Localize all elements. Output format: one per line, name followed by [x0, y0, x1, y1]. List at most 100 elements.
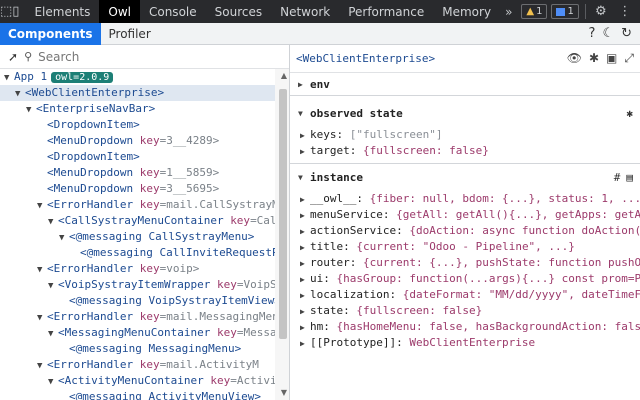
tab-profiler[interactable]: Profiler — [101, 23, 159, 45]
property-row[interactable]: ▶ router: {current: {...}, pushState: fun… — [300, 255, 640, 271]
scrollbar-thumb[interactable] — [279, 89, 287, 339]
property-row[interactable]: ▶ menuService: {getAll: getAll(){...}, ge… — [300, 207, 640, 223]
tab-console[interactable]: Console — [140, 0, 206, 23]
tree-row[interactable]: ▼ <EnterpriseNavBar> — [0, 101, 289, 117]
help-icon[interactable]: ? — [589, 26, 596, 41]
collapse-arrow-icon[interactable]: ▼ — [37, 358, 47, 374]
tab-memory[interactable]: Memory — [433, 0, 500, 23]
property-row[interactable]: ▶ actionService: {doAction: async functio… — [300, 223, 640, 239]
expand-arrow-icon[interactable]: ▶ — [300, 240, 310, 255]
expand-icon[interactable]: ⤢ — [624, 51, 634, 66]
tree-row[interactable]: <DropdownItem> — [0, 117, 289, 133]
component-tag: <ActivityMenuContainer — [58, 374, 211, 387]
property-value: {dateFormat: "MM/dd/yyyy", dateTimeFor — [402, 288, 640, 301]
component-tag: <ErrorHandler — [47, 358, 140, 371]
search-input[interactable] — [38, 49, 239, 64]
collapse-arrow-icon[interactable]: ▼ — [48, 214, 58, 230]
expand-arrow-icon[interactable]: ▶ — [300, 224, 310, 239]
tree-row[interactable]: <MenuDropdown key=3__5695> — [0, 181, 289, 197]
property-row[interactable]: ▶ __owl__: {fiber: null, bdom: {...}, sta… — [300, 191, 640, 207]
tree-row[interactable]: ▼ <ErrorHandler key=mail.CallSystrayMe — [0, 197, 289, 213]
bug-icon[interactable]: ✱ — [589, 51, 599, 66]
observed-state-header[interactable]: ▼ observed state ✱ — [290, 102, 640, 124]
collapse-arrow-icon[interactable]: ▼ — [37, 262, 47, 278]
collapse-arrow-icon[interactable]: ▼ — [37, 198, 47, 214]
tab-sources[interactable]: Sources — [206, 0, 271, 23]
kebab-menu-icon[interactable]: ⋮ — [613, 0, 637, 23]
document-icon[interactable]: ▤ — [626, 171, 633, 184]
collapse-arrow-icon[interactable]: ▼ — [26, 102, 36, 118]
expand-arrow-icon[interactable]: ▶ — [300, 320, 310, 335]
property-row[interactable]: ▶ title: {current: "Odoo - Pipeline", ...… — [300, 239, 640, 255]
collapse-arrow-icon[interactable]: ▼ — [48, 326, 58, 342]
collapse-arrow-icon[interactable]: ▼ — [48, 278, 58, 294]
collapse-arrow-icon[interactable]: ▼ — [15, 86, 25, 102]
tree-row[interactable]: ▼ <WebClientEnterprise> — [0, 85, 289, 101]
collapse-arrow-icon[interactable]: ▼ — [37, 310, 47, 326]
expand-arrow-icon[interactable]: ▶ — [300, 144, 310, 159]
expand-arrow-icon[interactable]: ▶ — [300, 288, 310, 303]
expand-arrow-icon[interactable]: ▶ — [300, 336, 310, 351]
tree-row[interactable]: ▼ <ErrorHandler key=mail.ActivityM — [0, 357, 289, 373]
tree-row[interactable]: <MenuDropdown key=1__5859> — [0, 165, 289, 181]
hash-icon[interactable]: # — [614, 171, 621, 184]
expand-arrow-icon[interactable]: ▶ — [300, 192, 310, 207]
device-toolbar-icon[interactable]: ▯ — [12, 0, 19, 23]
tree-row[interactable]: ▼ <VoipSystrayItemWrapper key=VoipSy — [0, 277, 289, 293]
inspect-element-icon[interactable]: ⬚ — [0, 0, 12, 23]
tree-row[interactable]: ▼ <CallSystrayMenuContainer key=CallS — [0, 213, 289, 229]
component-tree: ▼ App 1 owl=2.0.9 ▼ <WebClientEnterprise> ▼ <… — [0, 69, 289, 400]
eye-icon[interactable]: 👁 — [567, 51, 582, 66]
tree-row[interactable]: <@messaging VoipSystrayItemView> — [0, 293, 289, 309]
scroll-up-arrow-icon[interactable]: ▲ — [281, 71, 287, 80]
settings-gear-icon[interactable]: ⚙ — [589, 0, 613, 23]
tree-row[interactable]: ▼<ActivityMenuContainer key=ActivityMe — [0, 373, 289, 389]
expand-arrow-icon[interactable]: ▶ — [300, 256, 310, 271]
expand-arrow-icon[interactable]: ▶ — [300, 128, 310, 143]
expand-arrow-icon[interactable]: ▶ — [298, 80, 310, 89]
cursor-select-icon[interactable]: ➚ — [8, 50, 18, 64]
collapse-arrow-icon[interactable]: ▼ — [48, 374, 58, 390]
tree-row[interactable]: ▼ <MessagingMenuContainer key=Messag — [0, 325, 289, 341]
tab-performance[interactable]: Performance — [339, 0, 433, 23]
property-value: {current: "Odoo - Pipeline", ...} — [356, 240, 575, 253]
tree-app-row[interactable]: ▼ App 1 owl=2.0.9 — [0, 69, 289, 85]
dark-mode-moon-icon[interactable]: ☾ — [602, 26, 614, 41]
property-row[interactable]: ▶ [[Prototype]]: WebClientEnterprise — [300, 335, 640, 351]
warnings-badge[interactable]: ▲ 1 — [521, 4, 548, 19]
tree-row[interactable]: <@messaging MessagingMenu> — [0, 341, 289, 357]
property-row[interactable]: ▶ localization: {dateFormat: "MM/dd/yyyy"… — [300, 287, 640, 303]
tree-row[interactable]: ▼ <ErrorHandler key=voip> — [0, 261, 289, 277]
tree-row[interactable]: <DropdownItem> — [0, 149, 289, 165]
messages-badge[interactable]: 1 — [551, 4, 579, 19]
tab-owl[interactable]: Owl — [99, 0, 140, 23]
tab-network[interactable]: Network — [271, 0, 339, 23]
property-row[interactable]: ▶ keys: ["fullscreen"] — [300, 127, 640, 143]
property-row[interactable]: ▶ target: {fullscreen: false} — [300, 143, 640, 159]
expand-arrow-icon[interactable]: ▶ — [300, 208, 310, 223]
tab-components[interactable]: Components — [0, 22, 101, 45]
property-row[interactable]: ▶ ui: {hasGroup: function(...args){...} c… — [300, 271, 640, 287]
scroll-down-arrow-icon[interactable]: ▼ — [281, 388, 287, 397]
expand-arrow-icon[interactable]: ▶ — [300, 272, 310, 287]
collapse-arrow-icon[interactable]: ▼ — [298, 109, 310, 118]
tree-row[interactable]: ▼ <ErrorHandler key=mail.MessagingMenu — [0, 309, 289, 325]
tree-row[interactable]: <MenuDropdown key=3__4289> — [0, 133, 289, 149]
env-header[interactable]: ▶ env — [290, 73, 640, 95]
property-row[interactable]: ▶ hm: {hasHomeMenu: false, hasBackgroundA… — [300, 319, 640, 335]
expand-arrow-icon[interactable]: ▶ — [300, 304, 310, 319]
collapse-arrow-icon[interactable]: ▼ — [298, 173, 310, 182]
tree-row[interactable]: <@messaging ActivityMenuView> — [0, 389, 289, 400]
more-tabs-button[interactable]: » — [500, 5, 517, 19]
instance-header[interactable]: ▼ instance # ▤ — [290, 166, 640, 188]
property-key: ui: — [310, 272, 330, 285]
tab-elements[interactable]: Elements — [25, 0, 99, 23]
tree-row[interactable]: ▼ <@messaging CallSystrayMenu> — [0, 229, 289, 245]
bug-icon[interactable]: ✱ — [626, 107, 633, 120]
code-file-icon[interactable]: ▣ — [606, 51, 617, 66]
collapse-arrow-icon[interactable]: ▼ — [4, 70, 14, 86]
refresh-icon[interactable]: ↻ — [621, 26, 632, 41]
tree-row[interactable]: <@messaging CallInviteRequestPo — [0, 245, 289, 261]
collapse-arrow-icon[interactable]: ▼ — [59, 230, 69, 246]
property-row[interactable]: ▶ state: {fullscreen: false} — [300, 303, 640, 319]
